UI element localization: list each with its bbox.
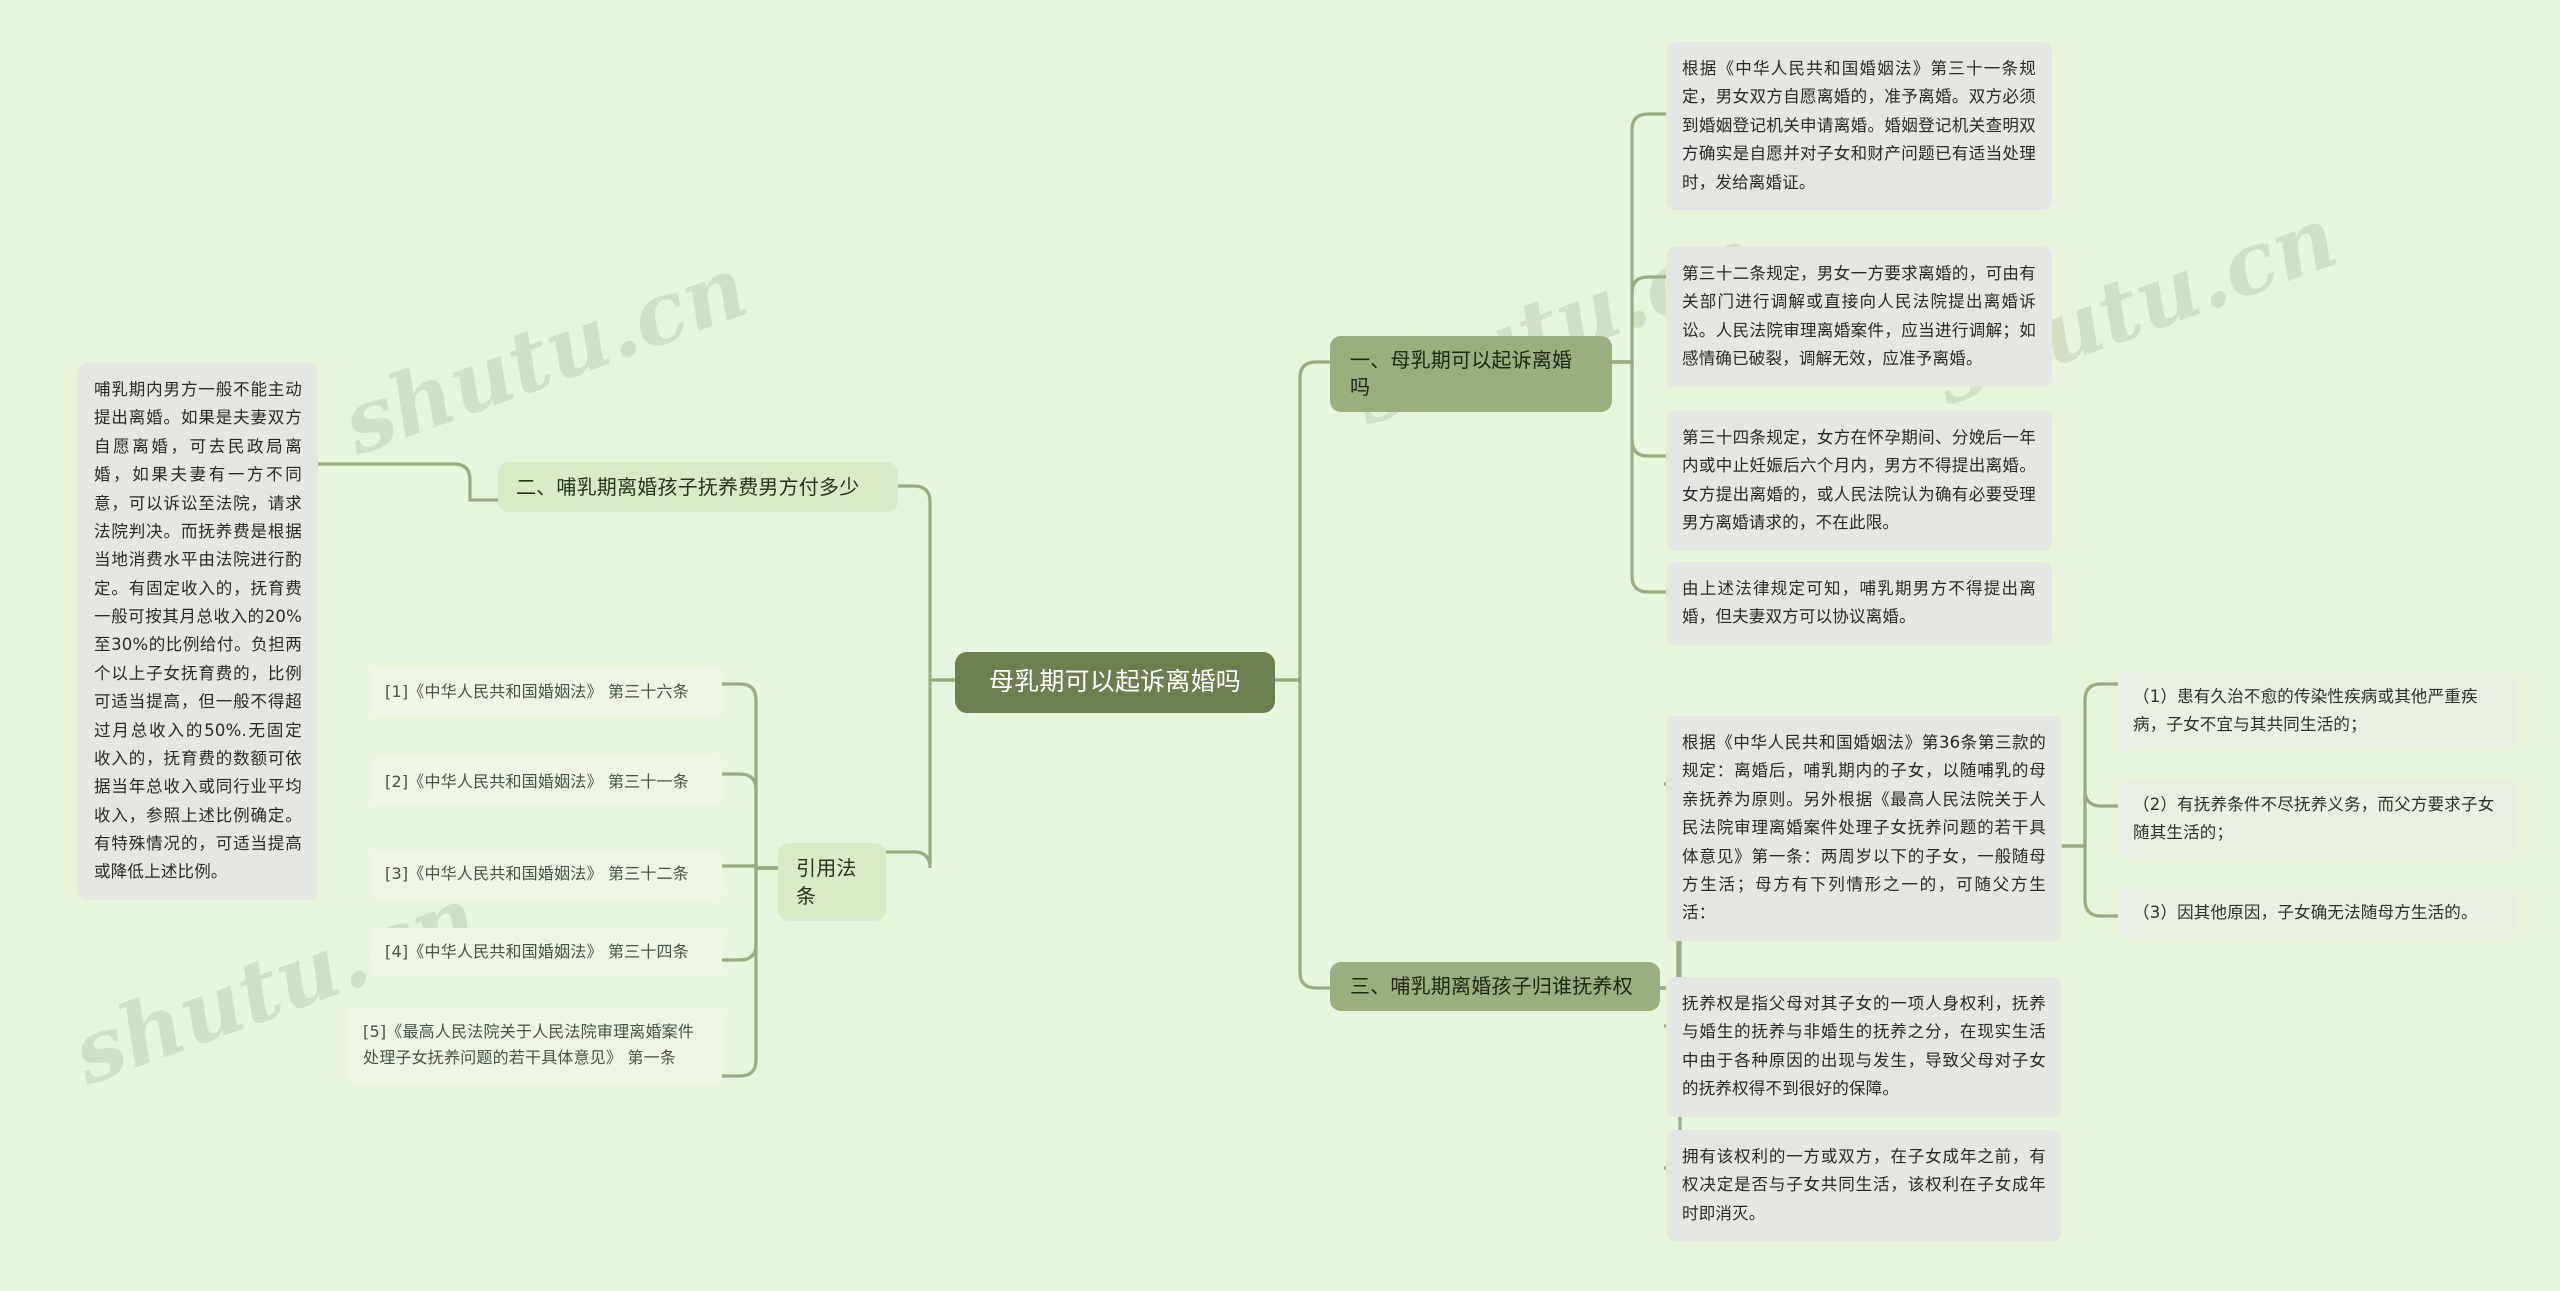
root-node[interactable]: 母乳期可以起诉离婚吗 xyxy=(955,652,1275,713)
branch-three-subitem-1[interactable]: （1）患有久治不愈的传染性疾病或其他严重疾病，子女不宜与其共同生活的； xyxy=(2118,672,2516,751)
card-text: 根据《中华人民共和国婚姻法》第三十一条规定，男女双方自愿离婚的，准予离婚。双方必… xyxy=(1682,59,2036,192)
root-label: 母乳期可以起诉离婚吗 xyxy=(988,667,1241,696)
card-text: 拥有该权利的一方或双方，在子女成年之前，有权决定是否与子女共同生活，该权利在子女… xyxy=(1682,1147,2046,1223)
subitem-text: （3）因其他原因，子女确无法随母方生活的。 xyxy=(2133,903,2478,922)
citation-text: [4]《中华人民共和国婚姻法》 第三十四条 xyxy=(385,942,689,961)
citations-label: 引用法条 xyxy=(796,856,857,908)
citation-item-3[interactable]: [3]《中华人民共和国婚姻法》 第三十二条 xyxy=(370,850,722,899)
branch-three-subitem-3[interactable]: （3）因其他原因，子女确无法随母方生活的。 xyxy=(2118,888,2516,939)
branch-one-card-3[interactable]: 第三十四条规定，女方在怀孕期间、分娩后一年内或中止妊娠后六个月内，男方不得提出离… xyxy=(1666,411,2052,551)
citation-item-4[interactable]: [4]《中华人民共和国婚姻法》 第三十四条 xyxy=(370,928,722,977)
connector-lines xyxy=(318,112,2118,1170)
branch-node-two[interactable]: 二、哺乳期离婚孩子抚养费男方付多少 xyxy=(498,462,898,512)
branch-node-three[interactable]: 三、哺乳期离婚孩子归谁抚养权 xyxy=(1330,962,1660,1011)
branch-three-card-1[interactable]: 根据《中华人民共和国婚姻法》第36条第三款的规定：离婚后，哺乳期内的子女，以随哺… xyxy=(1666,716,2062,941)
branch-three-subitem-2[interactable]: （2）有抚养条件不尽抚养义务，而父方要求子女随其生活的； xyxy=(2118,780,2516,859)
branch-three-card-3[interactable]: 拥有该权利的一方或双方，在子女成年之前，有权决定是否与子女共同生活，该权利在子女… xyxy=(1666,1130,2062,1242)
subitem-text: （1）患有久治不愈的传染性疾病或其他严重疾病，子女不宜与其共同生活的； xyxy=(2133,687,2478,735)
citation-item-2[interactable]: [2]《中华人民共和国婚姻法》 第三十一条 xyxy=(370,758,722,807)
card-text: 第三十四条规定，女方在怀孕期间、分娩后一年内或中止妊娠后六个月内，男方不得提出离… xyxy=(1682,428,2036,533)
branch-two-card-1[interactable]: 哺乳期内男方一般不能主动提出离婚。如果是夫妻双方自愿离婚，可去民政局离婚，如果夫… xyxy=(78,363,318,900)
citations-node[interactable]: 引用法条 xyxy=(778,843,886,921)
citation-text: [5]《最高人民法院关于人民法院审理离婚案件处理子女抚养问题的若干具体意见》 第… xyxy=(363,1022,695,1068)
branch-one-card-2[interactable]: 第三十二条规定，男女一方要求离婚的，可由有关部门进行调解或直接向人民法院提出离婚… xyxy=(1666,247,2052,387)
subitem-text: （2）有抚养条件不尽抚养义务，而父方要求子女随其生活的； xyxy=(2133,795,2495,843)
branch-three-card-2[interactable]: 抚养权是指父母对其子女的一项人身权利，抚养与婚生的抚养与非婚生的抚养之分，在现实… xyxy=(1666,977,2062,1117)
branch-one-card-4[interactable]: 由上述法律规定可知，哺乳期男方不得提出离婚，但夫妻双方可以协议离婚。 xyxy=(1666,562,2052,645)
branch-one-card-1[interactable]: 根据《中华人民共和国婚姻法》第三十一条规定，男女双方自愿离婚的，准予离婚。双方必… xyxy=(1666,42,2052,210)
card-text: 哺乳期内男方一般不能主动提出离婚。如果是夫妻双方自愿离婚，可去民政局离婚，如果夫… xyxy=(94,380,302,882)
branch-one-label: 一、母乳期可以起诉离婚吗 xyxy=(1350,348,1573,399)
branch-two-label: 二、哺乳期离婚孩子抚养费男方付多少 xyxy=(516,475,860,499)
watermark-left: shutu.cn xyxy=(330,236,760,475)
card-text: 根据《中华人民共和国婚姻法》第36条第三款的规定：离婚后，哺乳期内的子女，以随哺… xyxy=(1682,733,2046,923)
citation-text: [1]《中华人民共和国婚姻法》 第三十六条 xyxy=(385,682,689,701)
citation-text: [3]《中华人民共和国婚姻法》 第三十二条 xyxy=(385,864,689,883)
citation-text: [2]《中华人民共和国婚姻法》 第三十一条 xyxy=(385,772,689,791)
card-text: 抚养权是指父母对其子女的一项人身权利，抚养与婚生的抚养与非婚生的抚养之分，在现实… xyxy=(1682,994,2046,1099)
branch-node-one[interactable]: 一、母乳期可以起诉离婚吗 xyxy=(1330,336,1612,412)
citation-item-1[interactable]: [1]《中华人民共和国婚姻法》 第三十六条 xyxy=(370,668,722,717)
branch-three-label: 三、哺乳期离婚孩子归谁抚养权 xyxy=(1350,974,1633,998)
card-text: 第三十二条规定，男女一方要求离婚的，可由有关部门进行调解或直接向人民法院提出离婚… xyxy=(1682,264,2036,369)
citation-item-5[interactable]: [5]《最高人民法院关于人民法院审理离婚案件处理子女抚养问题的若干具体意见》 第… xyxy=(348,1008,722,1083)
card-text: 由上述法律规定可知，哺乳期男方不得提出离婚，但夫妻双方可以协议离婚。 xyxy=(1682,579,2036,627)
